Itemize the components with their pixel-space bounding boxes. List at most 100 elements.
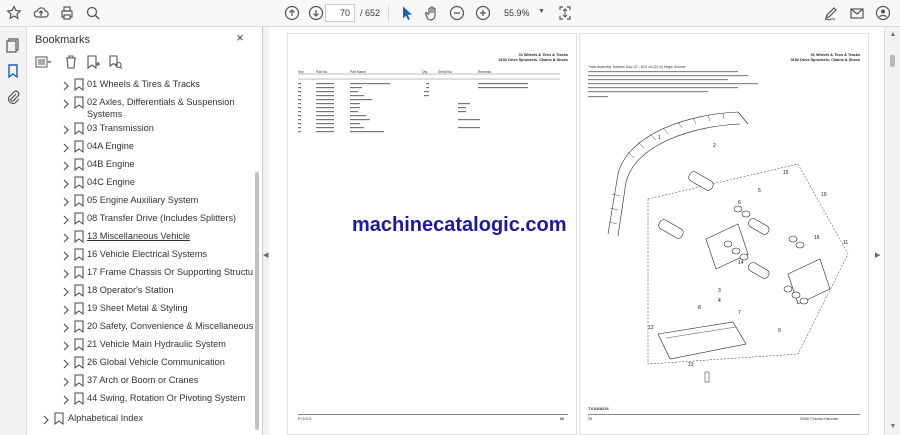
bookmark-icon [54,412,64,425]
page-number-input[interactable]: 70 [325,4,355,22]
bookmark-label: 26 Global Vehicle Communication [87,357,225,367]
bookmark-item[interactable]: 44 Swing, Rotation Or Pivoting System [27,391,253,408]
chevron-down-icon[interactable]: ▼ [538,8,545,15]
page-up-icon[interactable] [283,4,301,22]
bookmark-label: 03 Transmission [87,123,154,133]
bookmark-icon [74,212,84,225]
chevron-right-icon[interactable] [61,303,71,315]
chevron-right-icon[interactable] [61,267,71,279]
scrollbar-thumb[interactable] [255,172,259,430]
bookmark-item-selected[interactable]: 13 Miscellaneous Vehicle [27,229,253,246]
mail-icon[interactable] [848,4,866,22]
chevron-right-icon[interactable] [41,413,51,425]
bookmark-icon [74,392,84,405]
bookmark-item[interactable]: 16 Vehicle Electrical Systems [27,247,253,264]
print-icon[interactable] [58,4,76,22]
bookmark-item[interactable]: Alphabetical Index [27,411,253,428]
page-subheader: 0152 Drive Sprockets, Chains & Shoes [790,58,860,62]
bookmark-item[interactable]: 19 Sheet Metal & Styling [27,301,253,318]
bookmark-item[interactable]: 01 Wheels & Tires & Tracks [27,77,253,94]
chevron-right-icon[interactable]: ▶ [875,251,881,259]
chevron-right-icon[interactable] [61,375,71,387]
page-thumbnails-icon[interactable] [5,37,21,53]
svg-text:4: 4 [718,298,721,304]
chevron-right-icon[interactable] [61,79,71,91]
chevron-right-icon[interactable] [61,339,71,351]
page-number: 69 [560,417,564,421]
chevron-right-icon[interactable] [61,195,71,207]
column-header: Part Name [350,70,366,74]
bookmark-item[interactable]: 17 Frame Chassis Or Supporting Structure [27,265,253,282]
bookmark-label: 02 Axles, Differentials & Suspension [87,97,235,107]
bookmark-item[interactable]: 08 Transfer Drive (Includes Splitters) [27,211,253,228]
svg-text:5: 5 [758,188,761,194]
bookmark-item[interactable]: 18 Operator's Station [27,283,253,300]
svg-text:14: 14 [738,260,744,266]
main-toolbar: 70 / 652 55.9% ▼ [0,0,900,27]
bookmark-item[interactable]: 04B Engine [27,157,253,174]
chevron-right-icon[interactable] [61,213,71,225]
page-header: 01 Wheels & Tires & Tracks [518,53,568,57]
chevron-right-icon[interactable] [61,393,71,405]
upload-icon[interactable] [32,4,50,22]
toolbar-divider [388,5,389,21]
zoom-out-icon[interactable] [448,4,466,22]
fit-page-icon[interactable] [556,4,574,22]
bookmark-scrollbar[interactable] [253,76,261,435]
figure-title: Track Assembly, Extreme Duty U7 - 60.9 c… [588,65,686,69]
bookmark-label: 37 Arch or Boom or Cranes [87,375,199,385]
bookmark-item[interactable]: 04C Engine [27,175,253,192]
bookmark-search-icon[interactable] [107,54,123,70]
bookmark-item[interactable]: 04A Engine [27,139,253,156]
svg-text:13: 13 [688,362,694,368]
delete-icon[interactable] [63,54,79,70]
document-viewer[interactable]: 01 Wheels & Tires & Tracks 0152 Drive Sp… [269,27,884,435]
zoom-in-icon[interactable] [474,4,492,22]
chevron-right-icon[interactable] [61,177,71,189]
new-bookmark-icon[interactable] [85,54,101,70]
sign-icon[interactable] [822,4,840,22]
document-scrollbar[interactable]: ▲ ▼ [884,27,900,435]
chevron-right-icon[interactable] [61,285,71,297]
bookmark-item[interactable]: 20 Safety, Convenience & Miscellaneous [27,319,253,336]
bookmark-icon [74,284,84,297]
svg-text:11: 11 [843,240,848,246]
bookmark-icon [74,338,84,351]
bookmark-item[interactable]: 05 Engine Auxiliary System [27,193,253,210]
close-icon[interactable]: × [233,31,247,45]
chevron-right-icon[interactable] [61,357,71,369]
svg-text:16: 16 [814,235,820,241]
bookmark-label: 05 Engine Auxiliary System [87,195,199,205]
star-icon[interactable] [5,4,23,22]
bookmark-icon [74,122,84,135]
profile-icon[interactable] [874,4,892,22]
hand-icon[interactable] [423,4,441,22]
page-down-icon[interactable] [307,4,325,22]
cursor-icon[interactable] [398,4,416,22]
attachment-icon[interactable] [5,89,21,105]
chevron-right-icon[interactable] [61,159,71,171]
chevron-right-icon[interactable] [61,141,71,153]
bookmark-label: 04C Engine [87,177,136,187]
bookmark-item[interactable]: 03 Transmission [27,121,253,138]
chevron-right-icon[interactable] [61,249,71,261]
options-menu-icon[interactable] [35,54,52,70]
page-total-label: / 652 [360,8,381,18]
bookmark-icon [74,248,84,261]
chevron-right-icon[interactable] [61,231,71,243]
scroll-up-icon[interactable]: ▲ [888,31,898,39]
footer-rule [298,414,568,415]
bookmark-item[interactable]: 21 Vehicle Main Hydraulic System [27,337,253,354]
chevron-right-icon[interactable] [61,321,71,333]
bookmark-list: 01 Wheels & Tires & Tracks 02 Axles, Dif… [27,76,253,435]
bookmark-item[interactable]: 37 Arch or Boom or Cranes [27,373,253,390]
svg-text:7: 7 [738,310,741,316]
scrollbar-thumb[interactable] [890,55,895,67]
bookmark-item[interactable]: 26 Global Vehicle Communication [27,355,253,372]
zoom-search-icon[interactable] [84,4,102,22]
chevron-right-icon[interactable] [61,123,71,135]
page-footer: PC11074 [298,417,312,421]
scroll-down-icon[interactable]: ▼ [888,423,898,431]
bookmark-icon[interactable] [5,63,21,79]
svg-text:9: 9 [778,328,781,334]
